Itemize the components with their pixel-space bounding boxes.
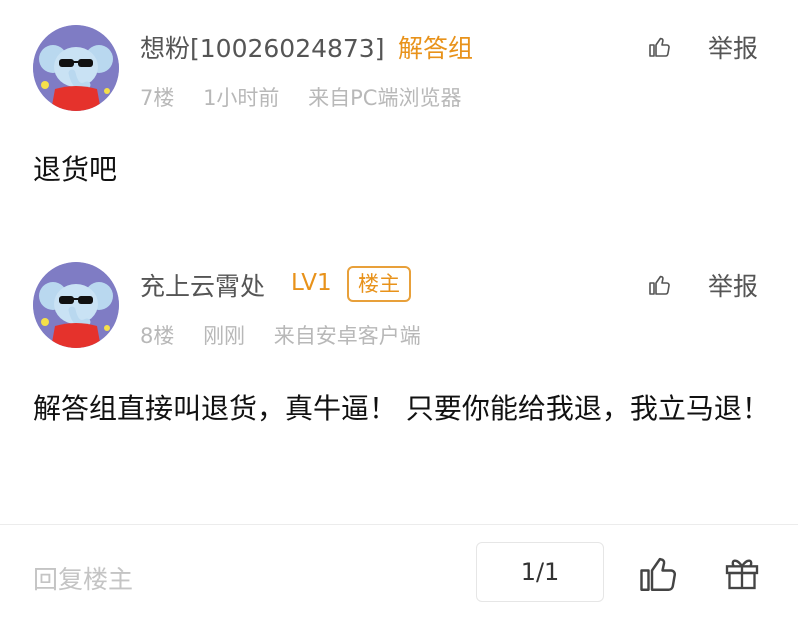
post-time: 刚刚: [203, 324, 246, 348]
floor-number: 8楼: [140, 324, 175, 348]
username[interactable]: 充上云霄处: [140, 267, 265, 303]
avatar[interactable]: [33, 262, 119, 348]
report-button[interactable]: 举报: [708, 29, 758, 65]
post-content: 解答组直接叫退货，真牛逼！ 只要你能给我退，我立马退！: [33, 392, 770, 425]
report-button[interactable]: 举报: [708, 267, 758, 303]
post-time: 1小时前: [203, 86, 280, 110]
post-content: 退货吧: [33, 153, 118, 186]
bottom-reply-bar: 回复楼主 1/1: [0, 524, 798, 622]
avatar[interactable]: [33, 25, 119, 111]
floor-number: 7楼: [140, 86, 175, 110]
post-meta: 8楼 刚刚 来自安卓客户端: [140, 320, 435, 350]
username[interactable]: 想粉[10026024873]: [140, 29, 384, 65]
thumb-up-icon[interactable]: [638, 553, 680, 595]
post-source: 来自安卓客户端: [273, 324, 421, 348]
thumb-up-icon[interactable]: [648, 35, 672, 59]
owner-badge: 楼主: [347, 266, 411, 302]
elephant-avatar-icon: [33, 25, 119, 111]
post-source: 来自PC端浏览器: [308, 86, 462, 110]
role-label: 解答组: [398, 34, 474, 63]
reply-input[interactable]: 回复楼主: [33, 560, 133, 596]
elephant-avatar-icon: [33, 262, 119, 348]
level-badge: LV1: [291, 270, 332, 296]
thumb-up-icon[interactable]: [648, 273, 672, 297]
pagination-button[interactable]: 1/1: [476, 542, 604, 602]
post-meta: 7楼 1小时前 来自PC端浏览器: [140, 82, 475, 112]
gift-icon[interactable]: [722, 553, 762, 593]
